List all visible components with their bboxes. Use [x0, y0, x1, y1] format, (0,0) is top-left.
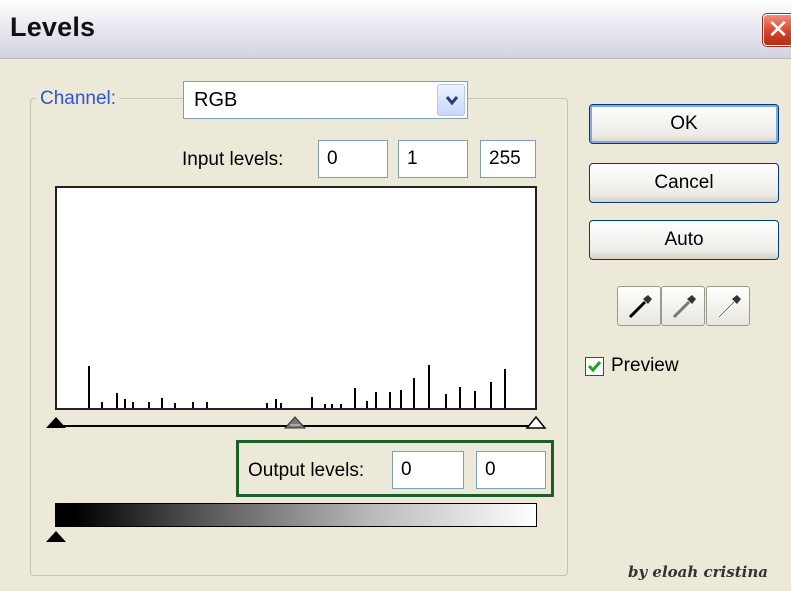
preview-checkbox[interactable] [585, 357, 604, 376]
input-white-slider[interactable] [525, 415, 547, 429]
credit-watermark: by eloah cristina [628, 563, 768, 581]
window-title: Levels [10, 12, 96, 42]
channel-select-value: RGB [194, 89, 238, 111]
auto-button[interactable]: Auto [589, 220, 779, 260]
output-black-field[interactable]: 0 [392, 451, 464, 489]
black-point-eyedropper-icon[interactable] [617, 286, 661, 326]
output-levels-label: Output levels: [248, 460, 365, 481]
gray-point-eyedropper-icon[interactable] [661, 286, 705, 326]
input-gamma-field[interactable]: 1 [398, 140, 468, 178]
input-levels-label: Input levels: [182, 149, 284, 170]
white-point-eyedropper-icon[interactable] [706, 286, 750, 326]
input-black-field[interactable]: 0 [318, 140, 388, 178]
output-gradient-bar [55, 503, 537, 527]
histogram-bars [88, 365, 506, 408]
channel-label: Channel: [36, 88, 121, 110]
input-white-field[interactable]: 255 [480, 140, 536, 178]
histogram [55, 186, 537, 410]
preview-label: Preview [611, 355, 679, 376]
cancel-button[interactable]: Cancel [589, 163, 779, 203]
close-icon[interactable]: ✕ [763, 14, 791, 46]
input-black-slider[interactable] [45, 415, 67, 429]
chevron-down-icon[interactable] [437, 84, 465, 116]
channel-select[interactable]: RGB [183, 81, 468, 119]
output-black-slider[interactable] [45, 529, 67, 543]
title-bar: Levels ✕ [0, 0, 791, 59]
ok-button[interactable]: OK [589, 104, 779, 144]
output-white-field[interactable]: 0 [476, 451, 546, 489]
input-gamma-slider[interactable] [284, 415, 306, 429]
